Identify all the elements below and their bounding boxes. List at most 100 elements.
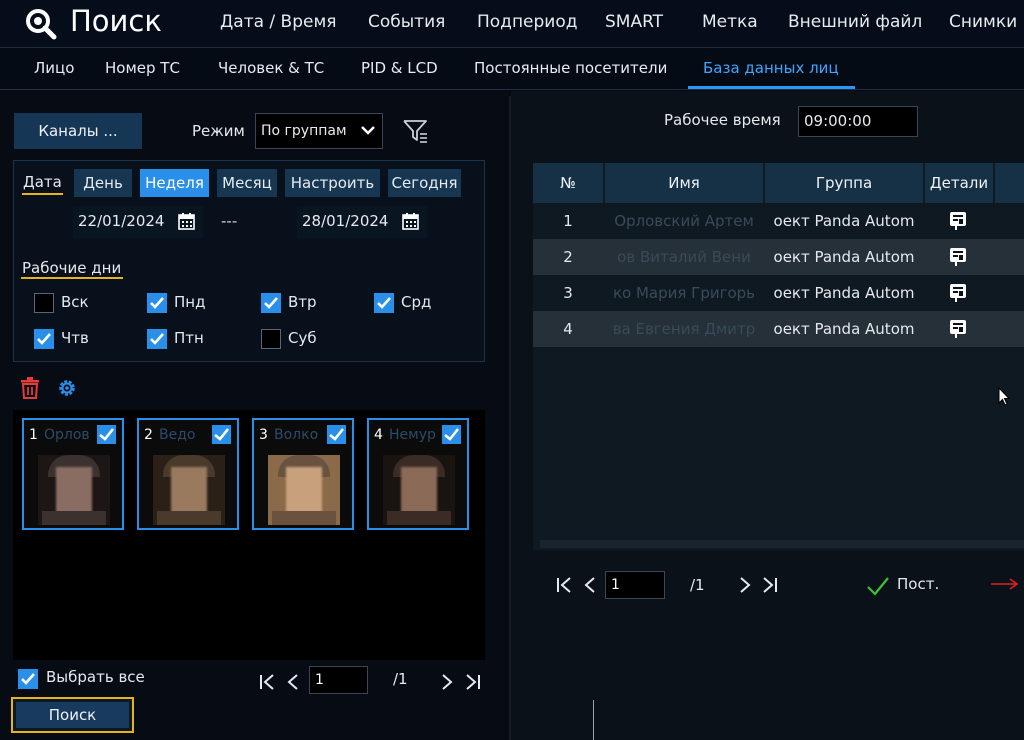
row-number: 3 [563,284,573,302]
menu-smart[interactable]: SMART [605,12,663,32]
face-card[interactable]: 3 Волко [252,418,354,530]
row-group: оект Panda Autom [773,284,915,302]
face-photo [153,455,225,525]
checkmark-icon [150,333,164,345]
saturday-label: Суб [288,329,317,347]
row-number: 2 [563,248,573,266]
first-page-icon[interactable] [258,673,276,691]
mode-select[interactable]: По группам [255,113,383,149]
menu-external-file[interactable]: Внешний файл [788,12,922,32]
checkbox-monday[interactable] [147,293,167,313]
worktime-input[interactable]: 09:00:00 [798,106,918,137]
face-name: Волко [274,427,319,443]
save-label[interactable]: Пост. [897,575,939,593]
period-today-button[interactable]: Сегодня [388,169,461,197]
details-icon[interactable] [949,211,967,231]
face-photo [383,455,455,525]
details-icon[interactable] [949,247,967,267]
period-custom-button[interactable]: Настроить [285,169,380,197]
worktime-label: Рабочее время [664,111,781,129]
face-name: Ведо [159,427,196,443]
tuesday-label: Втр [288,293,317,311]
period-day-button[interactable]: День [74,169,132,197]
mouse-cursor-icon [998,387,1010,406]
last-page-icon[interactable] [761,576,779,594]
select-all-checkbox[interactable] [18,669,38,689]
period-month-button[interactable]: Месяц [217,169,277,197]
page-title: Поиск [70,4,162,38]
right-page-input[interactable]: 1 [605,571,665,599]
checkbox-sunday[interactable] [34,293,54,313]
right-page-total: /1 [690,576,705,594]
menu-events[interactable]: События [368,12,445,32]
face-card[interactable]: 4 Немур [367,418,469,530]
face-card[interactable]: 1 Орлов [22,418,124,530]
tab-face[interactable]: Лицо [34,59,74,77]
checkmark-icon[interactable] [866,576,890,596]
face-name: Орлов [44,427,90,443]
face-checkbox[interactable] [442,425,461,444]
gear-icon[interactable] [56,377,78,399]
period-week-button[interactable]: Неделя [140,169,209,197]
face-number: 1 [29,427,38,443]
tab-pid-lcd[interactable]: PID & LCD [361,59,438,77]
workdays-label-underline [21,277,123,279]
menu-tag[interactable]: Метка [702,12,758,32]
chevron-down-icon [361,126,375,135]
next-page-icon[interactable] [440,673,454,691]
checkmark-icon [150,297,164,309]
tab-human-vehicle[interactable]: Человек & ТС [218,59,324,77]
row-name: ко Мария Григорь [612,284,756,302]
calendar-icon[interactable] [402,213,419,230]
start-date-field[interactable]: 22/01/2024 [73,206,203,238]
calendar-icon[interactable] [178,213,195,230]
end-date-field[interactable]: 28/01/2024 [297,206,427,238]
arrow-right-icon[interactable] [990,576,1020,592]
next-page-icon[interactable] [738,576,752,594]
checkbox-friday[interactable] [147,329,167,349]
wednesday-label: Срд [401,293,432,311]
checkmark-icon [377,297,391,309]
checkmark-icon [264,297,278,309]
column-header-name: Имя [605,163,763,203]
channels-button[interactable]: Каналы ... [14,113,142,149]
checkbox-thursday[interactable] [34,329,54,349]
filter-icon[interactable] [402,118,428,144]
vertical-separator-line [593,700,594,740]
last-page-icon[interactable] [464,673,482,691]
menu-subperiod[interactable]: Подпериод [477,12,578,32]
checkbox-saturday[interactable] [261,329,281,349]
left-page-input[interactable]: 1 [309,666,368,694]
row-name: ва Евгения Дмитр [612,320,756,338]
sunday-label: Вск [61,293,89,311]
first-page-icon[interactable] [555,576,573,594]
date-label: Дата [23,173,62,191]
face-card[interactable]: 2 Ведо [137,418,239,530]
checkbox-wednesday[interactable] [374,293,394,313]
face-photo [268,455,340,525]
face-checkbox[interactable] [212,425,231,444]
details-icon[interactable] [949,319,967,339]
search-button[interactable]: Поиск [11,697,134,733]
column-header-details: Детали [925,163,993,203]
previous-page-icon[interactable] [583,576,597,594]
tab-plate-number[interactable]: Номер ТС [105,59,180,77]
row-group: оект Panda Autom [773,248,915,266]
face-checkbox[interactable] [327,425,346,444]
thursday-label: Чтв [61,329,89,347]
details-icon[interactable] [949,283,967,303]
menu-snapshots[interactable]: Снимки [949,12,1017,32]
previous-page-icon[interactable] [286,673,300,691]
face-number: 2 [144,427,153,443]
workdays-label: Рабочие дни [22,259,122,277]
tab-face-database[interactable]: База данных лиц [703,59,839,77]
checkbox-tuesday[interactable] [261,293,281,313]
table-horizontal-scrollbar[interactable] [540,540,1024,548]
face-checkbox[interactable] [97,425,116,444]
mode-label: Режим [192,122,245,140]
trash-icon[interactable] [20,377,40,399]
mode-value: По группам [261,123,347,139]
tab-regular-visitors[interactable]: Постоянные посетители [474,59,667,77]
end-date-value: 28/01/2024 [302,212,389,230]
menu-date-time[interactable]: Дата / Время [220,12,337,32]
